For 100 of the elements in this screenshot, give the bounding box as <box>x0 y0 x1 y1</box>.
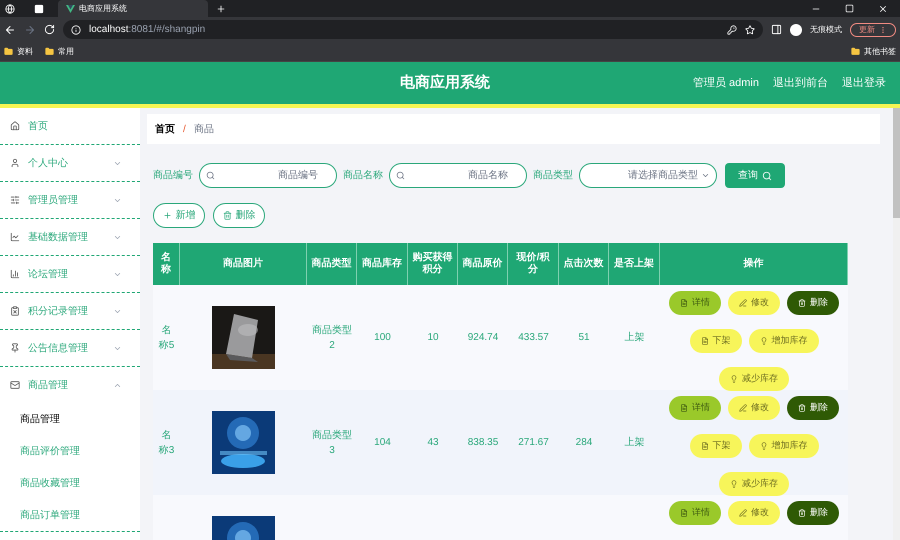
select-field[interactable]: 请选择商品类型 <box>579 163 717 188</box>
plus-icon <box>162 211 172 220</box>
table-cell-text: 104 <box>374 436 391 450</box>
header-link[interactable]: 退出登录 <box>842 74 886 92</box>
add-button[interactable]: 新增 <box>153 203 205 228</box>
column-header: 点击次数 <box>564 258 604 270</box>
globe-icon[interactable] <box>5 4 15 14</box>
sidebar-item[interactable]: 基础数据管理 <box>0 219 140 255</box>
tab-icon[interactable] <box>34 4 44 14</box>
user-icon <box>10 158 20 168</box>
lightbulb-icon <box>760 337 768 345</box>
info-icon[interactable] <box>71 24 81 34</box>
action-button[interactable]: 下架 <box>690 329 742 353</box>
sidebar-subitem[interactable]: 商品管理 <box>20 412 60 426</box>
action-button[interactable]: 详情 <box>669 396 721 420</box>
action-button[interactable]: 详情 <box>669 291 721 315</box>
sidebar-item[interactable]: 公告信息管理 <box>0 330 140 366</box>
close-icon[interactable] <box>878 4 888 14</box>
table-cell-text: 51 <box>578 331 590 345</box>
column-header: 购买获得积分 <box>412 252 453 276</box>
action-button[interactable]: 修改 <box>728 501 780 525</box>
trash-icon <box>798 299 806 307</box>
action-button[interactable]: 减少库存 <box>719 472 789 496</box>
address-bar[interactable]: localhost:8081/#/shangpin <box>63 20 763 39</box>
update-button[interactable]: 更新 <box>850 22 896 36</box>
header-link[interactable]: 退出到前台 <box>773 74 828 92</box>
forward-icon[interactable] <box>24 24 36 36</box>
scrollbar[interactable] <box>893 108 900 540</box>
table-cell-text: 284 <box>576 436 592 450</box>
line-chart-icon <box>10 232 20 242</box>
bookmark[interactable]: 其他书签 <box>864 46 896 58</box>
field-label: 商品名称 <box>343 168 383 183</box>
browser-tab[interactable]: 电商应用系统 <box>58 0 208 17</box>
logo-icon <box>66 4 75 12</box>
action-button[interactable]: 删除 <box>787 396 839 420</box>
url-text: localhost:8081/#/shangpin <box>89 23 206 37</box>
back-icon[interactable] <box>4 24 16 36</box>
table-cell-text: 10 <box>427 331 439 345</box>
input-field[interactable]: 商品名称 <box>389 163 527 188</box>
home-icon <box>10 121 20 131</box>
pin-icon <box>10 343 20 353</box>
breadcrumb-item[interactable]: 首页 <box>155 122 175 136</box>
action-button[interactable]: 修改 <box>728 291 780 315</box>
folder-icon <box>4 47 13 56</box>
action-button[interactable]: 详情 <box>669 501 721 525</box>
action-button[interactable]: 删除 <box>787 501 839 525</box>
sidebar-subitem[interactable]: 商品订单管理 <box>20 508 80 522</box>
table-cell-text: 271.67 <box>518 436 549 450</box>
folder-icon <box>45 47 54 56</box>
breadcrumb-separator: / <box>183 122 186 136</box>
action-button[interactable]: 增加库存 <box>748 329 818 353</box>
delete-button[interactable]: 删除 <box>213 203 265 228</box>
pen-icon <box>739 404 747 412</box>
trash-icon <box>798 509 806 517</box>
new-tab-icon[interactable] <box>216 4 226 14</box>
input-field[interactable]: 商品编号 <box>199 163 337 188</box>
search-icon <box>762 170 772 180</box>
document-icon <box>680 404 688 412</box>
action-button[interactable]: 修改 <box>728 396 780 420</box>
action-button[interactable]: 下架 <box>690 434 742 458</box>
breadcrumb-item[interactable]: 商品 <box>194 122 214 136</box>
trash-icon <box>222 211 232 220</box>
star-icon[interactable] <box>745 24 755 34</box>
search-icon <box>206 171 215 180</box>
table-cell-text: 433.57 <box>518 331 549 345</box>
column-header: 现价/积分 <box>515 252 551 276</box>
action-button[interactable]: 删除 <box>787 291 839 315</box>
sidebar-item[interactable]: 首页 <box>0 108 140 144</box>
side-panel-icon[interactable] <box>771 24 782 35</box>
table-cell-text: 43 <box>427 436 439 450</box>
sidebar-item[interactable]: 积分记录管理 <box>0 293 140 329</box>
reload-icon[interactable] <box>44 24 55 35</box>
folder-icon <box>851 47 860 56</box>
sidebar-item[interactable]: 商品管理 <box>0 367 140 403</box>
bookmark[interactable]: 资料 <box>17 46 33 58</box>
bookmark[interactable]: 常用 <box>58 46 74 58</box>
table-cell-text: 商品类型2 <box>311 324 353 352</box>
sidebar-item[interactable]: 论坛管理 <box>0 256 140 292</box>
bar-chart-icon <box>10 269 20 279</box>
action-button[interactable]: 增加库存 <box>748 434 818 458</box>
header-link[interactable]: 管理员 admin <box>692 74 759 92</box>
envelope-icon <box>10 380 20 390</box>
table-cell-text: 商品类型3 <box>311 428 353 458</box>
table-cell-text: 上架 <box>624 436 644 450</box>
sliders-icon <box>10 195 20 205</box>
search-button[interactable]: 查询 <box>725 163 785 188</box>
maximize-icon[interactable] <box>845 4 854 13</box>
sidebar-item[interactable]: 管理员管理 <box>0 182 140 218</box>
document-icon <box>700 337 708 345</box>
sidebar-subitem[interactable]: 商品收藏管理 <box>20 476 80 490</box>
sidebar-subitem[interactable]: 商品评价管理 <box>20 444 80 458</box>
key-icon[interactable] <box>727 24 737 34</box>
document-icon <box>700 442 708 450</box>
incognito-icon[interactable] <box>790 24 802 36</box>
sidebar-item[interactable]: 个人中心 <box>0 145 140 181</box>
field-label: 商品编号 <box>153 168 193 183</box>
app-title: 电商应用系统 <box>400 72 490 93</box>
table-cell-text: 上架 <box>624 330 644 345</box>
action-button[interactable]: 减少库存 <box>719 367 789 391</box>
table-cell-text: 838.35 <box>468 436 498 450</box>
